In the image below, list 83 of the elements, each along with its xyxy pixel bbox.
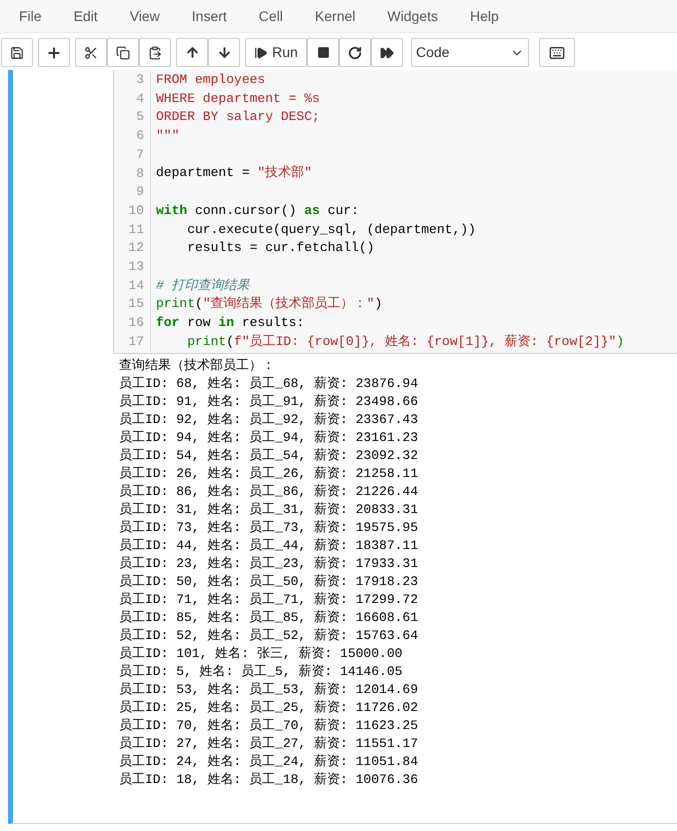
line-number: 9: [135, 183, 144, 202]
code-line: with conn.cursor() as cur:: [156, 202, 359, 218]
output-line: 员工ID: 50, 姓名: 员工_50, 薪资: 17918.23: [119, 574, 418, 589]
output-line: 员工ID: 27, 姓名: 员工_27, 薪资: 11551.17: [119, 736, 418, 751]
output-line: 员工ID: 54, 姓名: 员工_54, 薪资: 23092.32: [119, 448, 418, 463]
line-number: 6: [135, 127, 144, 146]
output-line: 员工ID: 85, 姓名: 员工_85, 薪资: 16608.61: [119, 610, 418, 625]
line-number: 15: [127, 295, 144, 314]
output-line: 员工ID: 24, 姓名: 员工_24, 薪资: 11051.84: [119, 754, 418, 769]
line-number: 12: [127, 239, 144, 258]
move-up-button[interactable]: [176, 38, 208, 67]
output-line: 员工ID: 23, 姓名: 员工_23, 薪资: 17933.31: [119, 556, 418, 571]
output-line: 员工ID: 31, 姓名: 员工_31, 薪资: 20833.31: [119, 502, 418, 517]
output-line: 员工ID: 25, 姓名: 员工_25, 薪资: 11726.02: [119, 700, 418, 715]
code-line: # 打印查询结果: [156, 278, 250, 293]
menu-item[interactable]: Insert: [176, 6, 243, 26]
run-all-button[interactable]: [371, 38, 403, 67]
line-number: 8: [135, 164, 144, 183]
line-number: 13: [127, 258, 144, 276]
cell-type-select[interactable]: Code: [411, 38, 529, 67]
keyboard-button[interactable]: [539, 38, 575, 67]
menu-item[interactable]: View: [114, 6, 176, 26]
arrow-down-icon: [216, 45, 232, 60]
paste-button[interactable]: [139, 38, 171, 67]
output-line: 员工ID: 94, 姓名: 员工_94, 薪资: 23161.23: [119, 430, 418, 445]
run-button[interactable]: Run: [245, 38, 307, 67]
fast-forward-icon: [380, 46, 394, 60]
menu-item[interactable]: Widgets: [371, 6, 454, 26]
output-line: 员工ID: 73, 姓名: 员工_73, 薪资: 19575.95: [119, 520, 418, 535]
output-line: 员工ID: 68, 姓名: 员工_68, 薪资: 23876.94: [119, 376, 418, 391]
code-line: WHERE department = %s: [156, 90, 320, 106]
plus-icon: [46, 44, 62, 60]
menu-item[interactable]: File: [3, 6, 58, 26]
code-line: ORDER BY salary DESC;: [156, 109, 320, 124]
restart-icon: [348, 46, 362, 60]
output-line: 员工ID: 5, 姓名: 员工_5, 薪资: 14146.05: [119, 664, 402, 679]
menu-item[interactable]: Cell: [242, 6, 299, 26]
output-line: 员工ID: 70, 姓名: 员工_70, 薪资: 11623.25: [119, 718, 418, 733]
copy-button[interactable]: [107, 38, 139, 67]
step-icon: [254, 46, 268, 60]
output-line: 员工ID: 26, 姓名: 员工_26, 薪资: 21258.11: [119, 466, 418, 481]
add-cell-button[interactable]: [38, 38, 70, 67]
line-number: 3: [135, 71, 144, 89]
line-number: 17: [127, 332, 144, 351]
clipboard-icon: [148, 46, 162, 60]
keyboard-icon: [549, 44, 565, 60]
move-down-button[interactable]: [208, 38, 240, 67]
output-line: 员工ID: 86, 姓名: 员工_86, 薪资: 21226.44: [119, 484, 418, 499]
line-number: 4: [135, 90, 144, 108]
code-line: for row in results:: [156, 314, 304, 330]
output-line: 员工ID: 92, 姓名: 员工_92, 薪资: 23367.43: [119, 412, 418, 427]
output-line: 员工ID: 71, 姓名: 员工_71, 薪资: 17299.72: [119, 592, 418, 607]
output-line: 员工ID: 101, 姓名: 张三, 薪资: 15000.00: [119, 646, 402, 661]
save-icon-button[interactable]: [1, 38, 33, 67]
output-line: 员工ID: 53, 姓名: 员工_53, 薪资: 12014.69: [119, 682, 418, 697]
output-line: 员工ID: 91, 姓名: 员工_91, 薪资: 23498.66: [119, 394, 418, 409]
line-number: 7: [135, 146, 144, 164]
line-number: 5: [135, 108, 144, 126]
code-line: print(f"员工ID: {row[0]}, 姓名: {row[1]}, 薪资: {row[2]}"): [186, 334, 624, 349]
line-number: 11: [127, 220, 144, 239]
line-number: 16: [127, 314, 144, 332]
output-line: 员工ID: 44, 姓名: 员工_44, 薪资: 18387.11: [119, 538, 418, 553]
line-number: 10: [127, 202, 144, 220]
code-line: cur.execute(query_sql, (department,)): [186, 222, 476, 236]
code-line: """: [156, 128, 180, 144]
save-icon: [10, 46, 24, 60]
code-line: FROM employees: [156, 72, 266, 87]
output-line: 员工ID: 18, 姓名: 员工_18, 薪资: 10076.36: [119, 772, 418, 787]
code-line: department = "技术部": [156, 165, 312, 180]
output-line: 员工ID: 52, 姓名: 员工_52, 薪资: 15763.64: [119, 628, 418, 643]
copy-icon: [116, 46, 130, 60]
menu-item[interactable]: Kernel: [298, 6, 372, 26]
output-line: 查询结果（技术部员工）：: [119, 358, 275, 373]
scissors-icon: [84, 46, 98, 60]
code-line: print("查询结果（技术部员工）："): [156, 296, 382, 312]
menu-item[interactable]: Edit: [58, 6, 114, 26]
cut-button[interactable]: [75, 38, 107, 67]
menu-item[interactable]: Help: [454, 6, 515, 26]
stop-button[interactable]: [307, 38, 339, 67]
line-number: 14: [127, 276, 144, 295]
restart-button[interactable]: [339, 38, 371, 67]
code-line: results = cur.fetchall(): [186, 240, 374, 256]
stop-icon: [316, 46, 330, 59]
